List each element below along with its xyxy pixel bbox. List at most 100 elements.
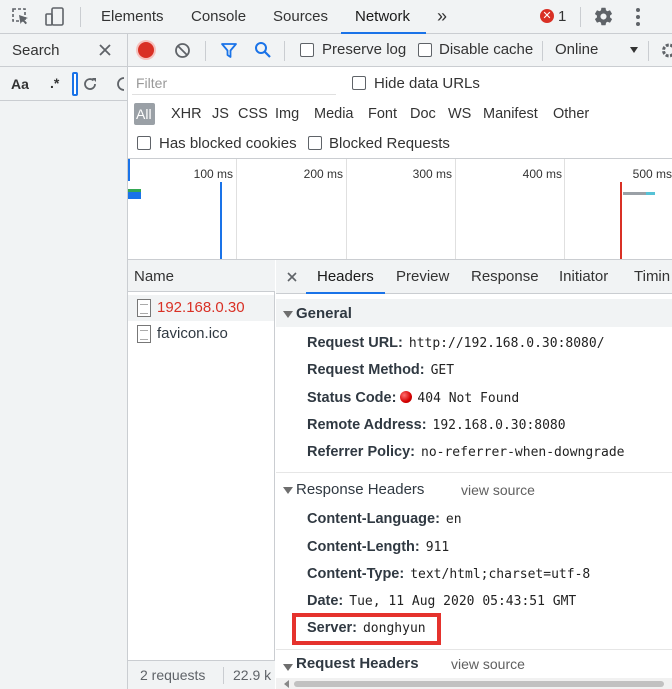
regex-button[interactable]: .*	[50, 75, 59, 91]
network-status-bar: 2 requests 22.9 k	[128, 660, 275, 689]
error-count[interactable]: 1	[558, 8, 566, 25]
general-section-header[interactable]: General	[276, 299, 672, 327]
scrollbar-thumb[interactable]	[294, 681, 664, 687]
clear-search-icon[interactable]	[116, 76, 126, 92]
disable-cache-checkbox[interactable]	[418, 43, 432, 57]
filter-input-placeholder: Filter	[136, 75, 168, 91]
header-row: Request Method: GET	[307, 362, 455, 378]
has-blocked-cookies-checkbox[interactable]	[137, 136, 151, 150]
header-row: Referrer Policy: no-referrer-when-downgra…	[307, 444, 625, 460]
request-headers-section-header[interactable]: Request Headers view source	[276, 652, 672, 680]
filter-type-font[interactable]: Font	[368, 106, 397, 122]
document-file-icon	[137, 325, 151, 343]
throttle-dropdown-icon[interactable]	[630, 47, 638, 53]
highlight-annotation	[292, 613, 441, 645]
more-tabs-button[interactable]: »	[437, 0, 447, 33]
filter-icon[interactable]	[220, 42, 238, 59]
tab-preview[interactable]: Preview	[396, 260, 449, 294]
error-icon[interactable]: ✕	[540, 9, 554, 23]
timeline-tick: 300 ms	[412, 167, 452, 181]
tab-elements[interactable]: Elements	[101, 0, 164, 34]
blocked-requests-label[interactable]: Blocked Requests	[329, 135, 450, 152]
clear-log-icon[interactable]	[174, 42, 191, 59]
response-headers-section-header[interactable]: Response Headers view source	[276, 475, 672, 503]
timeline-bar	[646, 192, 655, 195]
filter-type-xhr[interactable]: XHR	[171, 106, 202, 122]
details-tab-bar: Headers Preview Response Initiator Timin	[276, 260, 672, 294]
close-details-icon[interactable]	[287, 272, 297, 282]
collapse-triangle-icon	[283, 664, 293, 671]
preserve-log-checkbox[interactable]	[300, 43, 314, 57]
network-toolbar: Preserve log Disable cache Online	[128, 34, 672, 67]
header-row: Request URL: http://192.168.0.30:8080/	[307, 335, 605, 351]
dom-content-loaded-line	[220, 182, 222, 259]
refresh-search-icon[interactable]	[82, 76, 98, 92]
match-case-button[interactable]: Aa	[11, 76, 29, 92]
tab-response[interactable]: Response	[471, 260, 539, 294]
tab-headers[interactable]: Headers	[317, 260, 374, 294]
filter-input[interactable]: Filter	[132, 71, 336, 95]
tab-initiator[interactable]: Initiator	[559, 260, 608, 294]
filter-type-js[interactable]: JS	[212, 106, 229, 122]
filter-type-all[interactable]: All	[134, 103, 155, 125]
has-blocked-cookies-label[interactable]: Has blocked cookies	[159, 135, 297, 152]
device-toolbar-icon[interactable]	[44, 6, 66, 28]
request-name: favicon.ico	[157, 325, 228, 342]
timeline-tick: 100 ms	[193, 167, 233, 181]
header-row: Remote Address: 192.168.0.30:8080	[307, 417, 566, 433]
collapse-triangle-icon	[283, 487, 293, 494]
filter-type-manifest[interactable]: Manifest	[483, 106, 538, 122]
hide-data-urls-checkbox[interactable]	[352, 76, 366, 90]
more-options-icon[interactable]	[633, 6, 643, 28]
close-search-icon[interactable]	[98, 43, 112, 57]
filter-bar: Filter Hide data URLs All XHR JS CSS Img…	[128, 67, 672, 159]
settings-gear-icon[interactable]	[593, 6, 614, 27]
request-row[interactable]: favicon.ico	[128, 321, 274, 347]
view-source-link[interactable]: view source	[451, 656, 525, 672]
filter-type-ws[interactable]: WS	[448, 106, 471, 122]
throttling-select[interactable]: Online	[555, 41, 598, 58]
disable-cache-label[interactable]: Disable cache	[439, 41, 533, 58]
timeline-tick: 200 ms	[303, 167, 343, 181]
search-pane-title: Search	[12, 42, 60, 59]
filter-type-css[interactable]: CSS	[238, 106, 268, 122]
network-settings-gear-icon[interactable]	[660, 42, 672, 59]
status-error-icon	[400, 391, 413, 403]
hide-data-urls-label[interactable]: Hide data URLs	[374, 75, 480, 92]
filter-type-doc[interactable]: Doc	[410, 106, 436, 122]
search-pane: Search Aa .*	[0, 34, 128, 689]
request-name: 192.168.0.30	[157, 299, 245, 316]
filter-type-img[interactable]: Img	[275, 106, 299, 122]
tab-timing[interactable]: Timin	[634, 260, 670, 294]
document-file-icon	[137, 299, 151, 317]
timeline-overview[interactable]: 100 ms 200 ms 300 ms 400 ms 500 ms	[128, 159, 672, 260]
timeline-tick: 500 ms	[632, 167, 672, 181]
devtools-tab-bar: Elements Console Sources Network » ✕ 1	[0, 0, 672, 34]
tab-console[interactable]: Console	[191, 0, 246, 34]
collapse-triangle-icon	[283, 311, 293, 318]
load-event-line	[620, 182, 622, 259]
scroll-left-icon[interactable]	[284, 680, 289, 688]
timeline-tick: 400 ms	[522, 167, 562, 181]
search-icon[interactable]	[254, 41, 272, 59]
header-row: Content-Length: 911	[307, 539, 450, 555]
preserve-log-label[interactable]: Preserve log	[322, 41, 406, 58]
filter-type-other[interactable]: Other	[553, 106, 589, 122]
horizontal-scrollbar[interactable]	[276, 678, 672, 689]
timeline-bar	[128, 189, 141, 199]
record-icon[interactable]	[138, 42, 154, 58]
request-row[interactable]: 192.168.0.30	[128, 295, 274, 321]
header-row: Content-Type: text/html;charset=utf-8	[307, 566, 591, 582]
view-source-link[interactable]: view source	[461, 482, 535, 498]
header-row: Status Code: 404 Not Found	[307, 390, 520, 406]
tab-network[interactable]: Network	[355, 0, 410, 34]
blocked-requests-checkbox[interactable]	[308, 136, 322, 150]
inspect-element-icon[interactable]	[11, 7, 31, 27]
transfer-size: 22.9 k	[233, 667, 272, 683]
header-row: Date: Tue, 11 Aug 2020 05:43:51 GMT	[307, 593, 577, 609]
search-input[interactable]	[72, 72, 78, 96]
name-column-header[interactable]: Name	[128, 260, 275, 292]
tab-sources[interactable]: Sources	[273, 0, 328, 34]
filter-type-media[interactable]: Media	[314, 106, 354, 122]
timeline-start-marker	[128, 159, 130, 181]
